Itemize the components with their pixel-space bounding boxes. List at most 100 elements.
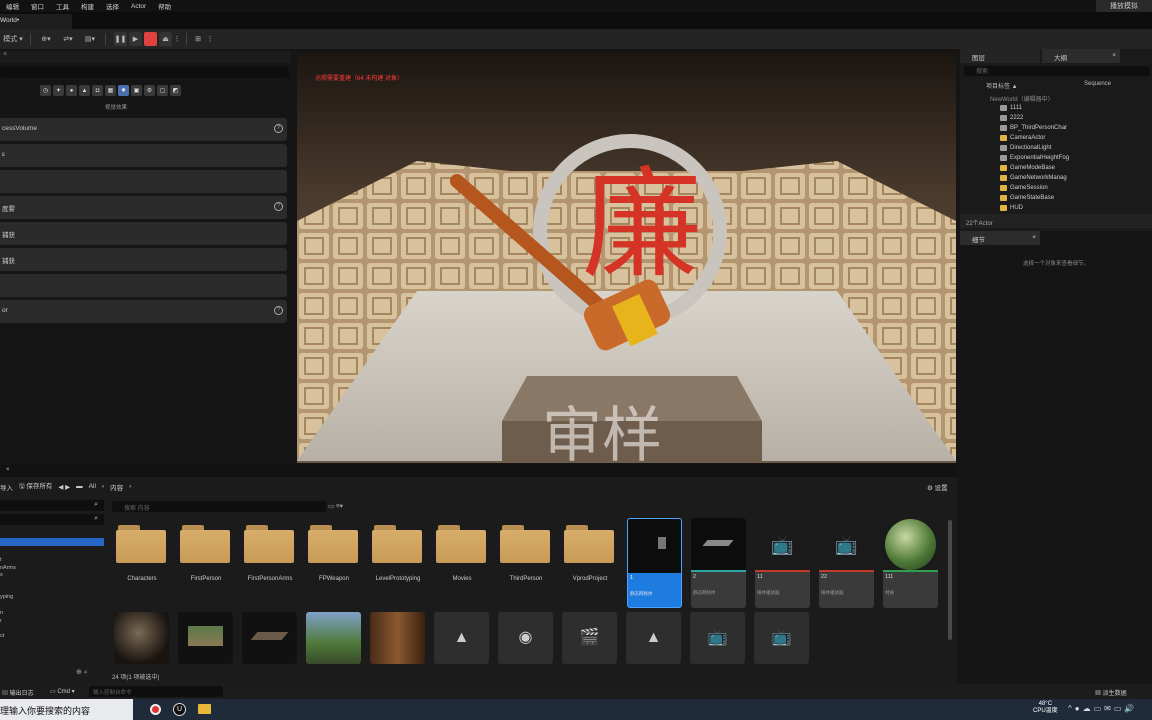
tray-icons[interactable]: ^●☁▭✉▭🔊 — [1068, 704, 1137, 713]
folder-icon[interactable] — [308, 525, 360, 565]
filter-icon[interactable]: ▭ ≡▾ — [328, 502, 343, 510]
search-field[interactable] — [0, 67, 289, 78]
folder-icon[interactable] — [180, 525, 232, 565]
class-row[interactable]: 捕获 — [0, 222, 287, 245]
clock-icon[interactable]: ◷ — [40, 85, 51, 96]
folder-icon[interactable] — [116, 525, 168, 565]
sphere-icon[interactable]: ◉ — [498, 612, 553, 664]
tree-item[interactable]: ct — [0, 633, 16, 641]
tab-details[interactable]: 细节 × — [960, 231, 1040, 245]
menu-edit[interactable]: 编辑 — [0, 1, 25, 11]
tree-item[interactable]: yping — [0, 594, 16, 602]
save-all-button[interactable]: 🖫 保存所有 — [19, 480, 52, 493]
asset-tile[interactable] — [178, 612, 233, 664]
clapper-icon[interactable]: 🎬 — [562, 612, 617, 664]
mode-dropdown[interactable]: 模式 ▾ — [0, 32, 26, 46]
selected-folder-row[interactable] — [0, 538, 104, 546]
sequence-column[interactable]: Sequence — [1084, 81, 1111, 87]
visual-effects-icon[interactable]: ✸ — [118, 85, 129, 96]
cinematics-icon[interactable]: ▤▾ — [79, 32, 101, 46]
level-viewport[interactable]: 廉 审样 光照需要重建（64 未构建 对象） — [297, 51, 956, 463]
shape-icon[interactable]: ▲ — [79, 85, 90, 96]
close-icon[interactable]: × — [1032, 234, 1036, 241]
class-row[interactable]: 度雾? — [0, 196, 287, 219]
asset-tile[interactable] — [306, 612, 361, 664]
asset-tile[interactable] — [242, 612, 297, 664]
asset-tile[interactable]: 📺 11 媒体播放器 — [755, 518, 810, 608]
actor-icon[interactable]: ✦ — [53, 85, 64, 96]
output-log-button[interactable]: ▤ 输出日志 — [2, 688, 34, 697]
more-icon[interactable]: ⋮ — [172, 32, 182, 46]
light-icon[interactable]: ● — [66, 85, 77, 96]
help-icon[interactable]: ? — [274, 306, 283, 315]
class-row[interactable]: cessVolume? — [0, 118, 287, 141]
menu-help[interactable]: 帮助 — [152, 1, 177, 11]
record-icon[interactable] — [150, 704, 161, 715]
media-source-icon[interactable]: 📺 — [754, 612, 809, 664]
taskbar-search[interactable]: 理输入你要搜索的内容 — [0, 699, 133, 720]
settings-button[interactable]: ⚙ 设置 — [927, 482, 948, 492]
path-all[interactable]: All — [89, 483, 96, 490]
cmd-dropdown[interactable]: ▭ Cmd ▾ — [50, 688, 75, 695]
folder-icon[interactable] — [564, 525, 616, 565]
class-row[interactable] — [0, 170, 287, 193]
folder-icon[interactable] — [372, 525, 424, 565]
outliner-row[interactable]: HUD — [960, 203, 1152, 213]
collections-add-icon[interactable]: ⊕ ⌕ — [76, 668, 88, 677]
step-icon[interactable]: ▶ — [129, 32, 142, 46]
class-row[interactable]: or? — [0, 300, 287, 323]
asset-tile[interactable]: 2 静态网格体 — [691, 518, 746, 608]
tree-item[interactable]: nArms — [0, 565, 16, 573]
texture-icon[interactable]: ▲ — [626, 612, 681, 664]
tree-item[interactable]: n — [0, 610, 16, 618]
unreal-icon[interactable]: U — [173, 703, 186, 716]
box-icon[interactable]: ▢ — [157, 85, 168, 96]
outliner-row[interactable]: ExponentialHeightFog — [960, 153, 1152, 163]
close-icon[interactable]: × — [1112, 52, 1116, 59]
outliner-row[interactable]: GameSession — [960, 183, 1152, 193]
asset-tile[interactable]: 1 静态网格体 — [627, 518, 682, 608]
item-label-column[interactable]: 项目标签 ▲ — [986, 81, 1018, 90]
settings-more-icon[interactable]: ⋮ — [205, 32, 215, 46]
help-icon[interactable]: ? — [274, 202, 283, 211]
outliner-row[interactable]: BP_ThirdPersonChar — [960, 123, 1152, 133]
asset-tile[interactable]: 📺 22 媒体播放器 — [819, 518, 874, 608]
path-content[interactable]: 内容 — [110, 482, 123, 492]
asset-tile[interactable] — [370, 612, 425, 664]
class-row[interactable] — [0, 274, 287, 297]
outliner-row[interactable]: GameModeBase — [960, 163, 1152, 173]
help-icon[interactable]: ? — [274, 124, 283, 133]
tab-outliner[interactable]: 大纲 × — [1042, 49, 1120, 63]
outliner-row[interactable]: CameraActor — [960, 133, 1152, 143]
import-button[interactable]: 导入 — [0, 482, 13, 492]
console-input[interactable]: 输入控制台命令 — [89, 686, 223, 697]
tree-item[interactable]: s — [0, 572, 16, 580]
sources-filter[interactable]: ⌕ — [0, 514, 104, 525]
menu-build[interactable]: 构建 — [75, 1, 100, 11]
menu-tools[interactable]: 工具 — [50, 1, 75, 11]
outliner-row[interactable]: GameStateBase — [960, 193, 1152, 203]
platforms-icon[interactable]: ⊞ — [191, 32, 205, 46]
gear-icon[interactable]: ⚙ — [144, 85, 155, 96]
blueprint-icon[interactable]: ⇄▾ — [57, 32, 79, 46]
tree-item[interactable]: r — [0, 618, 16, 626]
tree-item[interactable]: t — [0, 557, 16, 565]
outliner-row[interactable]: DirectionalLight — [960, 143, 1152, 153]
eject-icon[interactable]: ⏏ — [159, 32, 172, 46]
folder-icon[interactable] — [500, 525, 552, 565]
folder-icon[interactable] — [436, 525, 488, 565]
outliner-row[interactable]: 1111 — [960, 103, 1152, 113]
folder-icon[interactable] — [198, 704, 211, 714]
class-row[interactable]: ɛ — [0, 144, 287, 167]
scrollbar[interactable] — [948, 520, 952, 640]
folder-icon[interactable] — [244, 525, 296, 565]
pause-icon[interactable]: ❚❚ — [114, 32, 127, 46]
asset-tile[interactable] — [114, 612, 169, 664]
history-icon[interactable]: ◀ ▶ — [58, 483, 70, 491]
menu-actor[interactable]: Actor — [125, 3, 152, 10]
texture-icon[interactable]: ▲ — [434, 612, 489, 664]
stop-icon[interactable] — [144, 32, 157, 46]
outliner-search[interactable]: 搜索 — [964, 66, 1150, 76]
asset-search[interactable]: 搜索 内容 — [112, 501, 326, 512]
sources-search[interactable]: ⌕ — [0, 500, 104, 511]
